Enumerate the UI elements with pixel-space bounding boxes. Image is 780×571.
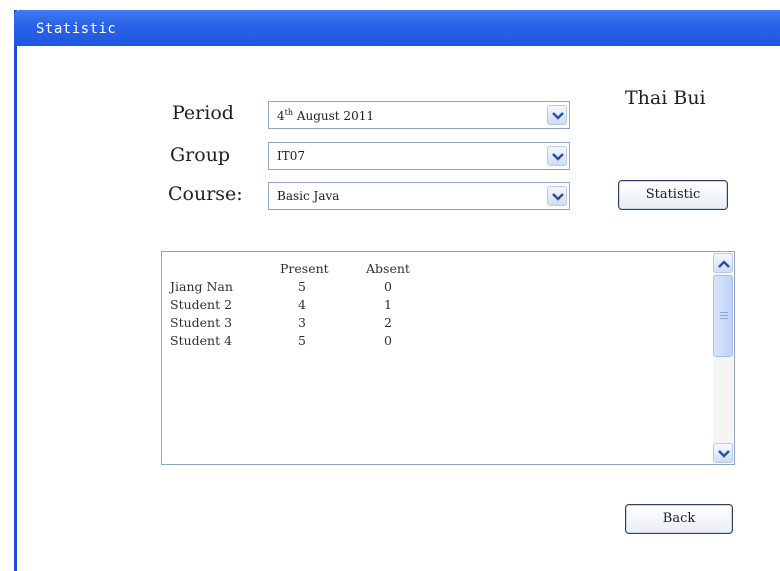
period-dropdown-button[interactable]	[547, 105, 567, 125]
statistic-button[interactable]: Statistic	[618, 180, 728, 210]
column-header-present: Present	[280, 261, 329, 276]
course-value: Basic Java	[277, 189, 340, 203]
back-button[interactable]: Back	[625, 504, 733, 534]
period-select[interactable]: 4th August 2011	[268, 101, 570, 129]
row-name: Student 2	[170, 297, 233, 312]
grip-line	[720, 318, 728, 319]
window-title: Statistic	[36, 21, 117, 37]
grip-line	[720, 312, 728, 313]
row-absent: 2	[384, 315, 392, 330]
chevron-down-icon	[718, 450, 730, 458]
chevron-down-icon	[552, 193, 564, 201]
scroll-up-button[interactable]	[713, 253, 733, 273]
period-label: Period	[172, 102, 234, 124]
course-label: Course:	[168, 183, 243, 205]
row-present: 5	[298, 333, 306, 348]
chevron-up-icon	[718, 260, 730, 268]
scrollbar-thumb[interactable]	[713, 275, 733, 357]
column-header-absent: Absent	[366, 261, 410, 276]
row-absent: 0	[384, 333, 392, 348]
row-absent: 1	[384, 297, 392, 312]
group-dropdown-button[interactable]	[547, 146, 567, 166]
user-name: Thai Bui	[625, 87, 706, 109]
row-name: Student 4	[170, 333, 233, 348]
row-name: Jiang Nan	[170, 279, 233, 294]
row-name: Student 3	[170, 315, 233, 330]
course-dropdown-button[interactable]	[547, 186, 567, 206]
row-absent: 0	[384, 279, 392, 294]
title-bar: Statistic	[14, 10, 780, 46]
scroll-down-button[interactable]	[713, 443, 733, 463]
grip-line	[720, 315, 728, 316]
group-value: IT07	[277, 149, 306, 163]
vertical-scrollbar[interactable]	[713, 253, 733, 463]
statistic-results-list[interactable]: Present Absent Jiang Nan 5 0 Student 2 4…	[161, 251, 735, 465]
course-select[interactable]: Basic Java	[268, 182, 570, 210]
group-select[interactable]: IT07	[268, 142, 570, 170]
chevron-down-icon	[552, 153, 564, 161]
group-label: Group	[170, 144, 231, 166]
row-present: 3	[298, 315, 306, 330]
period-value: 4th August 2011	[277, 108, 374, 123]
chevron-down-icon	[552, 112, 564, 120]
row-present: 4	[298, 297, 306, 312]
row-present: 5	[298, 279, 306, 294]
